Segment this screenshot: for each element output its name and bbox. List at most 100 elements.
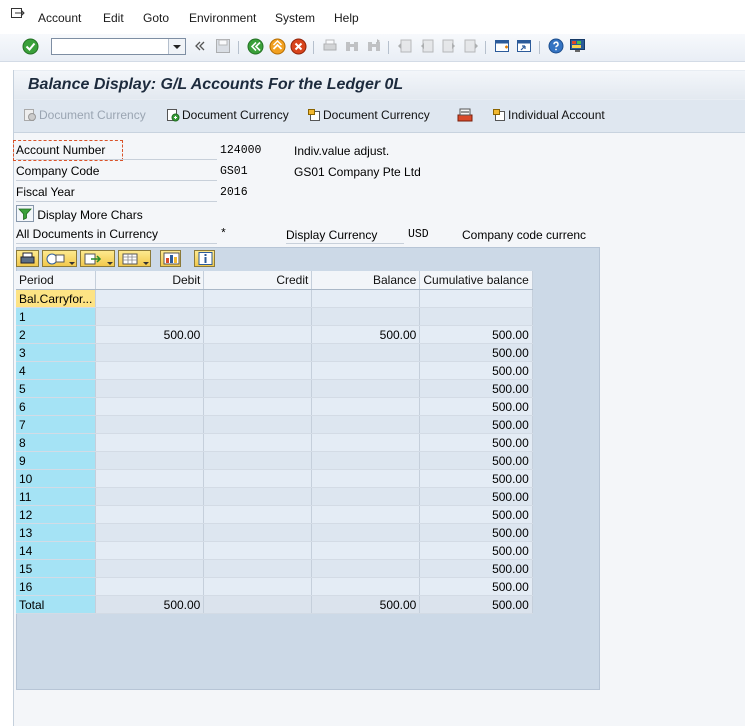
alv-view-button[interactable]	[42, 250, 77, 267]
credit-cell[interactable]	[203, 577, 313, 596]
enter-icon[interactable]	[22, 38, 39, 58]
alv-print-button[interactable]	[16, 250, 39, 267]
period-cell[interactable]: 9	[16, 451, 97, 470]
balance-cell[interactable]	[311, 559, 421, 578]
table-row[interactable]: 14 500.00	[16, 541, 533, 560]
create-session-icon[interactable]	[494, 38, 510, 57]
cumulative-cell[interactable]: 500.00	[419, 523, 533, 542]
balance-cell[interactable]	[311, 361, 421, 380]
balance-cell[interactable]	[311, 289, 421, 308]
cumulative-cell[interactable]: 500.00	[419, 451, 533, 470]
credit-cell[interactable]	[203, 541, 313, 560]
debit-cell[interactable]: 500.00	[95, 325, 205, 344]
cumulative-cell[interactable]: 500.00	[419, 379, 533, 398]
period-cell[interactable]: 13	[16, 523, 97, 542]
cumulative-cell[interactable]: 500.00	[419, 343, 533, 362]
debit-cell[interactable]	[95, 523, 205, 542]
menu-goto[interactable]: Goto	[143, 11, 169, 25]
column-header-balance[interactable]: Balance	[311, 271, 421, 290]
debit-cell[interactable]: 500.00	[95, 595, 205, 614]
table-row[interactable]: 16 500.00	[16, 577, 533, 596]
debit-cell[interactable]	[95, 415, 205, 434]
column-header-cumulative[interactable]: Cumulative balance	[419, 271, 533, 290]
debit-cell[interactable]	[95, 397, 205, 416]
balance-cell[interactable]	[311, 433, 421, 452]
balance-cell[interactable]	[311, 451, 421, 470]
cumulative-cell[interactable]: 500.00	[419, 505, 533, 524]
credit-cell[interactable]	[203, 523, 313, 542]
debit-cell[interactable]	[95, 487, 205, 506]
period-cell[interactable]: 14	[16, 541, 97, 560]
print-icon[interactable]	[322, 38, 338, 57]
alv-layout-button[interactable]	[118, 250, 151, 267]
balance-cell[interactable]	[311, 523, 421, 542]
period-cell[interactable]: 6	[16, 397, 97, 416]
credit-cell[interactable]	[203, 487, 313, 506]
period-cell[interactable]: 12	[16, 505, 97, 524]
cumulative-cell[interactable]: 500.00	[419, 559, 533, 578]
display-more-chars-button[interactable]: Display More Chars	[16, 205, 143, 222]
table-row[interactable]: 6 500.00	[16, 397, 533, 416]
debit-cell[interactable]	[95, 361, 205, 380]
period-cell[interactable]: 5	[16, 379, 97, 398]
cumulative-cell[interactable]: 500.00	[419, 595, 533, 614]
table-row[interactable]: 7 500.00	[16, 415, 533, 434]
back-nav-icon[interactable]	[194, 40, 206, 55]
total-row[interactable]: Total 500.00 500.00 500.00	[16, 595, 533, 614]
table-row[interactable]: 15 500.00	[16, 559, 533, 578]
cumulative-cell[interactable]: 500.00	[419, 361, 533, 380]
credit-cell[interactable]	[203, 595, 313, 614]
period-cell[interactable]: 16	[16, 577, 97, 596]
balance-cell[interactable]	[311, 343, 421, 362]
alv-export-button[interactable]	[80, 250, 115, 267]
next-page-icon[interactable]	[441, 38, 457, 57]
credit-cell[interactable]	[203, 397, 313, 416]
table-row[interactable]: 3 500.00	[16, 343, 533, 362]
cumulative-cell[interactable]: 500.00	[419, 541, 533, 560]
balance-cell[interactable]	[311, 577, 421, 596]
document-currency-button-3[interactable]: Document Currency	[307, 108, 430, 122]
credit-cell[interactable]	[203, 379, 313, 398]
credit-cell[interactable]	[203, 469, 313, 488]
balance-cell[interactable]	[311, 505, 421, 524]
table-row[interactable]: Bal.Carryfor...	[16, 289, 533, 308]
table-row[interactable]: 8 500.00	[16, 433, 533, 452]
balance-cell[interactable]	[311, 415, 421, 434]
credit-cell[interactable]	[203, 505, 313, 524]
debit-cell[interactable]	[95, 559, 205, 578]
last-page-icon[interactable]	[463, 38, 479, 57]
shortcut-icon[interactable]	[516, 38, 532, 57]
table-row[interactable]: 1	[16, 307, 533, 326]
display-balances-button[interactable]	[457, 108, 475, 122]
table-row[interactable]: 5 500.00	[16, 379, 533, 398]
cumulative-cell[interactable]: 500.00	[419, 397, 533, 416]
period-cell[interactable]: 3	[16, 343, 97, 362]
command-dropdown-icon[interactable]	[168, 39, 185, 54]
balance-cell[interactable]	[311, 307, 421, 326]
credit-cell[interactable]	[203, 343, 313, 362]
table-row[interactable]: 11 500.00	[16, 487, 533, 506]
command-input[interactable]	[52, 39, 172, 55]
alv-graphic-button[interactable]	[160, 250, 181, 267]
cumulative-cell[interactable]: 500.00	[419, 577, 533, 596]
cumulative-cell[interactable]	[419, 307, 533, 326]
menu-help[interactable]: Help	[334, 11, 359, 25]
period-cell[interactable]: 7	[16, 415, 97, 434]
debit-cell[interactable]	[95, 433, 205, 452]
period-cell[interactable]: Bal.Carryfor...	[16, 289, 97, 308]
credit-cell[interactable]	[203, 325, 313, 344]
cumulative-cell[interactable]	[419, 289, 533, 308]
cumulative-cell[interactable]: 500.00	[419, 325, 533, 344]
column-header-period[interactable]: Period	[16, 271, 97, 290]
period-cell[interactable]: 2	[16, 325, 97, 344]
balance-cell[interactable]	[311, 379, 421, 398]
table-row[interactable]: 2 500.00 500.00 500.00	[16, 325, 533, 344]
command-field[interactable]	[51, 38, 186, 55]
debit-cell[interactable]	[95, 451, 205, 470]
exit-icon[interactable]	[269, 38, 286, 58]
debit-cell[interactable]	[95, 469, 205, 488]
save-icon[interactable]	[215, 38, 231, 57]
balance-cell[interactable]	[311, 541, 421, 560]
period-cell[interactable]: Total	[16, 595, 97, 614]
find-icon[interactable]	[344, 38, 360, 57]
